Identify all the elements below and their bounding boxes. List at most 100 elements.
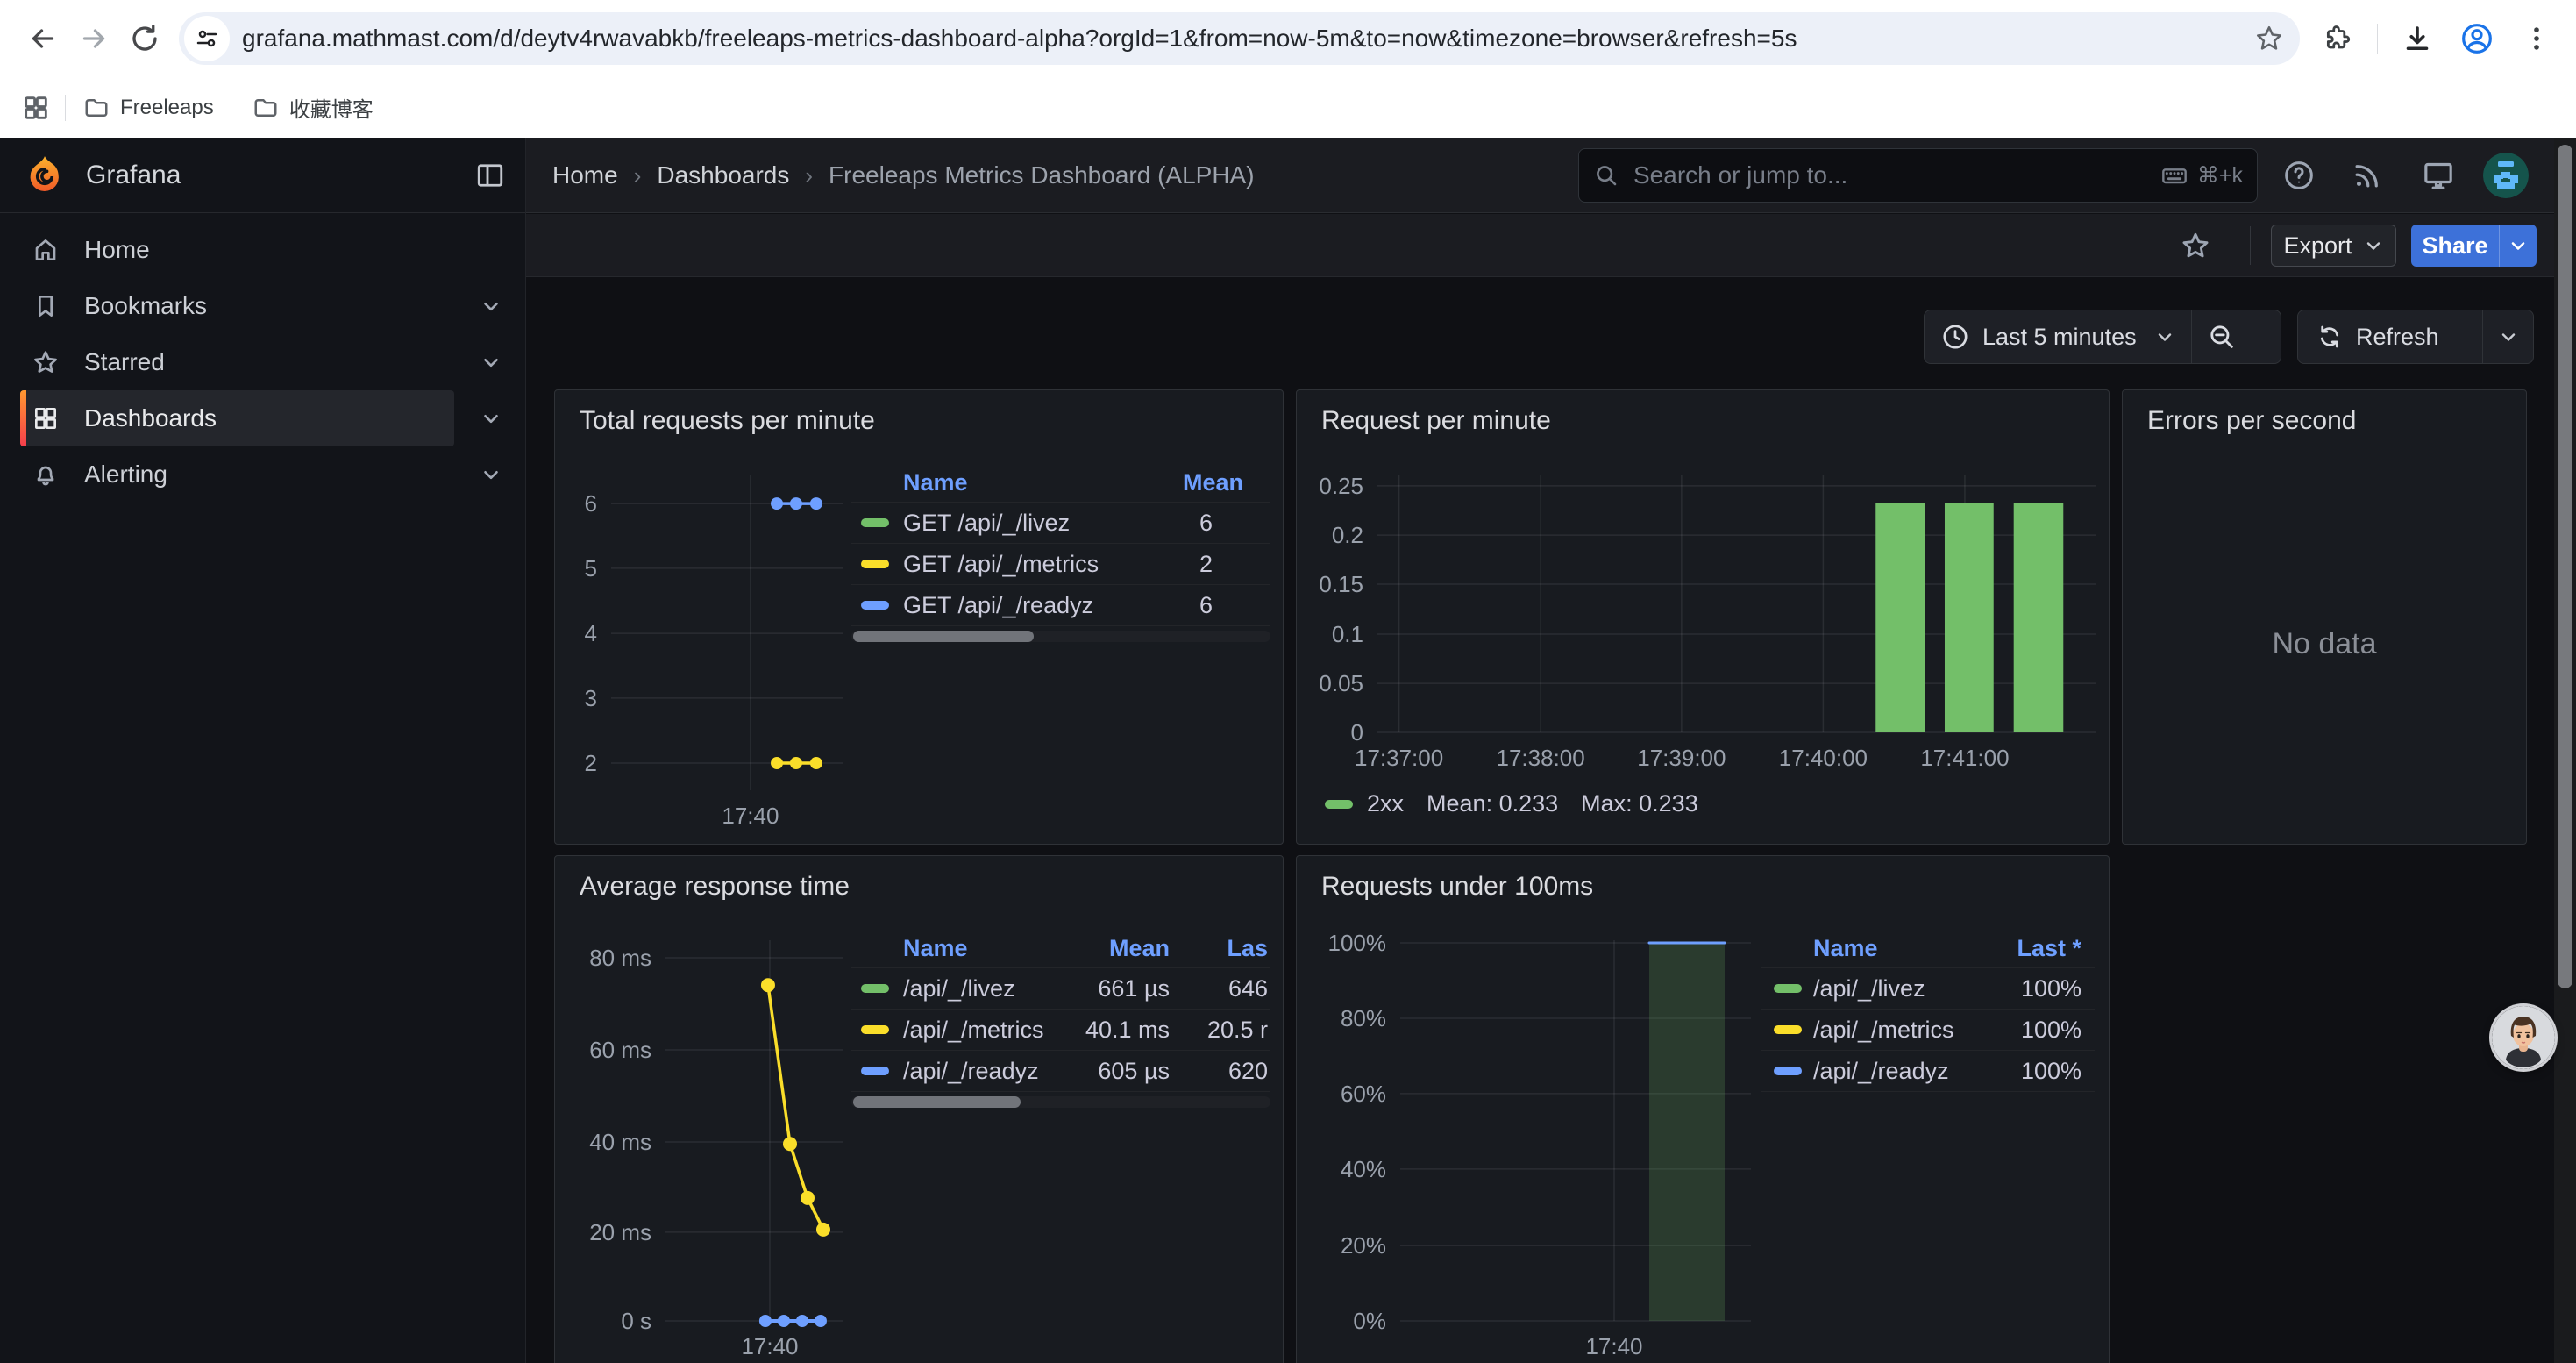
sidebar-expand-alerting[interactable] (473, 446, 509, 503)
bookmark-label: 收藏博客 (289, 92, 374, 123)
svg-text:20 ms: 20 ms (589, 1219, 651, 1245)
legend-scrollbar-thumb[interactable] (853, 631, 1034, 642)
browser-menu-button[interactable] (2511, 13, 2562, 64)
sidebar-brand-title: Grafana (86, 161, 474, 190)
sidebar-item-alerting[interactable]: Alerting (20, 446, 454, 503)
refresh-button[interactable]: Refresh (2298, 310, 2482, 363)
panel-total-requests: Total requests per minute 6543217:40 Nam… (554, 389, 1284, 845)
svg-text:4: 4 (585, 620, 597, 646)
legend-table: Name Last * /api/_/livez 100% /api/_/met… (1761, 930, 2095, 1092)
legend-row-livez[interactable]: /api/_/livez 100% (1761, 968, 2095, 1010)
kiosk-mode-button[interactable] (2413, 150, 2464, 201)
breadcrumb-separator: › (805, 162, 813, 189)
news-button[interactable] (2342, 150, 2393, 201)
legend-scrollbar[interactable] (851, 631, 1270, 642)
search-input[interactable] (1632, 161, 2160, 190)
legend-header-row: Name Mean (851, 464, 1270, 503)
sidebar-expand-starred[interactable] (473, 334, 509, 390)
page-scrollbar-thumb[interactable] (2558, 145, 2572, 988)
legend-row-readyz[interactable]: /api/_/readyz 605 µs 620 (851, 1051, 1270, 1092)
profile-button[interactable] (2451, 13, 2502, 64)
zoom-out-time-button[interactable] (2191, 310, 2252, 363)
legend-row-metrics[interactable]: /api/_/metrics 100% (1761, 1010, 2095, 1051)
extensions-button[interactable] (2312, 13, 2363, 64)
legend-row-livez[interactable]: GET /api/_/livez 6 (851, 503, 1270, 544)
series-mean: 6 (1183, 592, 1270, 619)
app-header: Home › Dashboards › Freeleaps Metrics Da… (526, 138, 2576, 213)
svg-text:100%: 100% (1328, 930, 1387, 956)
share-button[interactable]: Share (2411, 225, 2499, 267)
forward-arrow-icon (78, 23, 110, 54)
home-icon (32, 236, 60, 264)
legend-col-last[interactable]: Las (1170, 935, 1270, 962)
series-name: GET /api/_/readyz (903, 592, 1183, 619)
export-button[interactable]: Export (2271, 225, 2396, 267)
dashboard-actions-bar: Export Share (526, 214, 2576, 277)
legend-col-last[interactable]: Last * (1989, 935, 2095, 962)
dock-sidebar-icon[interactable] (474, 160, 506, 191)
url-text[interactable]: grafana.mathmast.com/d/deytv4rwavabkb/fr… (242, 25, 2254, 53)
sidebar-item-dashboards[interactable]: Dashboards (20, 390, 454, 446)
bookmark-label: Freeleaps (120, 96, 214, 120)
series-name: /api/_/metrics (1813, 1017, 1989, 1044)
legend-item-2xx[interactable]: 2xx (1325, 790, 1404, 817)
share-split-button: Share (2411, 225, 2537, 267)
sidebar-item-label: Home (84, 236, 150, 264)
bell-icon (32, 460, 60, 489)
legend-row-livez[interactable]: /api/_/livez 661 µs 646 (851, 968, 1270, 1010)
share-menu-button[interactable] (2499, 225, 2537, 267)
time-range-label: Last 5 minutes (1982, 324, 2137, 351)
floating-assistant-avatar[interactable] (2492, 1006, 2555, 1069)
help-button[interactable] (2274, 150, 2324, 201)
back-button[interactable] (18, 13, 68, 64)
series-last: 100% (1989, 1058, 2095, 1085)
legend-col-name[interactable]: Name (1761, 935, 1989, 962)
sidebar-expand-bookmarks[interactable] (473, 278, 509, 334)
legend-row-metrics[interactable]: /api/_/metrics 40.1 ms 20.5 r (851, 1010, 1270, 1051)
legend-col-name[interactable]: Name (851, 469, 1183, 496)
svg-text:3: 3 (585, 685, 597, 711)
keyboard-icon (2160, 161, 2188, 189)
browser-chrome: grafana.mathmast.com/d/deytv4rwavabkb/fr… (0, 0, 2576, 138)
bookmark-star-icon[interactable] (2254, 24, 2284, 54)
bookmark-folder-blog[interactable]: 收藏博客 (253, 92, 374, 123)
legend-row-readyz[interactable]: GET /api/_/readyz 6 (851, 585, 1270, 626)
page-scrollbar[interactable] (2554, 138, 2576, 1363)
breadcrumb-home[interactable]: Home (552, 161, 618, 189)
sidebar-item-home[interactable]: Home (20, 222, 454, 278)
series-color-dash (861, 518, 889, 527)
forward-button[interactable] (68, 13, 119, 64)
legend-col-mean[interactable]: Mean (1064, 935, 1170, 962)
search-bar[interactable]: ⌘+k (1578, 148, 2258, 203)
sidebar-expand-dashboards[interactable] (473, 390, 509, 446)
sidebar-item-bookmarks[interactable]: Bookmarks (20, 278, 454, 334)
grafana-logo[interactable] (23, 153, 67, 197)
refresh-interval-button[interactable] (2482, 310, 2533, 363)
zoom-out-icon (2207, 322, 2237, 352)
legend-scrollbar-thumb[interactable] (853, 1096, 1021, 1108)
favorite-dashboard-button[interactable] (2173, 225, 2218, 267)
downloads-button[interactable] (2392, 13, 2443, 64)
sidebar-item-starred[interactable]: Starred (20, 334, 454, 390)
bookmark-folder-freeleaps[interactable]: Freeleaps (83, 95, 214, 121)
legend-row-metrics[interactable]: GET /api/_/metrics 2 (851, 544, 1270, 585)
breadcrumb-dashboards[interactable]: Dashboards (657, 161, 789, 189)
url-bar[interactable]: grafana.mathmast.com/d/deytv4rwavabkb/fr… (179, 12, 2300, 65)
time-range-picker[interactable]: Last 5 minutes (1925, 310, 2191, 363)
reload-button[interactable] (119, 13, 170, 64)
legend-col-mean[interactable]: Mean (1183, 469, 1270, 496)
request-per-minute-chart[interactable]: 0.250.20.150.10.05017:37:0017:38:0017:39… (1297, 390, 2110, 845)
sidebar-item-label: Alerting (84, 460, 167, 489)
sidebar-header: Grafana (0, 138, 525, 213)
legend-scrollbar[interactable] (851, 1096, 1270, 1108)
apps-grid-icon[interactable] (21, 93, 51, 123)
site-info-button[interactable] (184, 16, 230, 61)
search-icon (1593, 162, 1619, 189)
series-name: /api/_/readyz (1813, 1058, 1989, 1085)
legend-inline: 2xx Mean: 0.233 Max: 0.233 (1325, 790, 1698, 817)
sidebar-item-label: Bookmarks (84, 292, 207, 320)
legend-col-name[interactable]: Name (851, 935, 1064, 962)
user-avatar[interactable] (2483, 153, 2529, 198)
legend-row-readyz[interactable]: /api/_/readyz 100% (1761, 1051, 2095, 1092)
chevron-down-icon (2363, 235, 2384, 256)
